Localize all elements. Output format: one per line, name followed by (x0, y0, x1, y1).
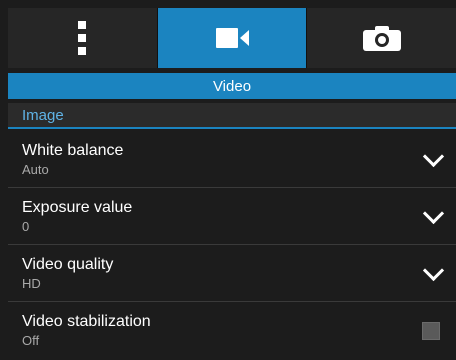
camera-icon (362, 25, 401, 51)
setting-video-stabilization[interactable]: Video stabilization Off (8, 302, 456, 359)
setting-exposure-value[interactable]: Exposure value 0 (8, 188, 456, 245)
setting-value: 0 (22, 218, 30, 234)
setting-white-balance[interactable]: White balance Auto (8, 131, 456, 188)
chevron-down-icon[interactable] (424, 151, 440, 167)
camera-settings-panel: Video Image White balance Auto Exposure … (0, 0, 456, 360)
chevron-down-icon[interactable] (424, 265, 440, 281)
setting-video-quality[interactable]: Video quality HD (8, 245, 456, 302)
chevron-down-icon[interactable] (424, 208, 440, 224)
setting-label: Exposure value (22, 198, 133, 216)
section-header-image: Image (8, 103, 456, 129)
setting-label: Video quality (22, 255, 114, 273)
stabilization-checkbox[interactable] (422, 321, 440, 340)
page-title: Video (8, 73, 456, 99)
settings-list: White balance Auto Exposure value 0 Vide… (8, 131, 456, 359)
video-camera-icon (215, 28, 249, 48)
settings-tab-bar (8, 8, 456, 68)
tab-video[interactable] (156, 8, 307, 68)
tab-more-options[interactable] (8, 8, 157, 68)
setting-label: White balance (22, 141, 124, 159)
setting-value: Auto (22, 161, 49, 177)
setting-value: HD (22, 275, 41, 291)
setting-label: Video stabilization (22, 313, 151, 330)
dots-icon (78, 21, 87, 55)
setting-value: Off (22, 333, 40, 348)
tab-camera[interactable] (306, 8, 456, 68)
